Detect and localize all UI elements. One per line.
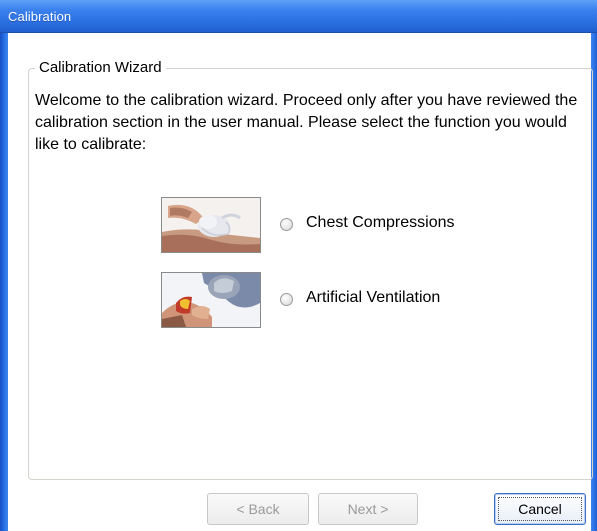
chest-compressions-label[interactable]: Chest Compressions (306, 214, 455, 232)
dialog-content: Calibration Wizard Welcome to the calibr… (8, 33, 593, 531)
next-button[interactable]: Next > (318, 493, 418, 525)
title-bar[interactable]: Calibration (0, 0, 597, 33)
option-artificial-ventilation[interactable]: Artificial Ventilation (161, 272, 491, 328)
artificial-ventilation-label[interactable]: Artificial Ventilation (306, 289, 440, 307)
artificial-ventilation-image (161, 272, 261, 328)
calibration-wizard-group: Calibration Wizard Welcome to the calibr… (28, 59, 593, 480)
artificial-ventilation-radio[interactable] (280, 293, 293, 306)
option-chest-compressions[interactable]: Chest Compressions (161, 197, 491, 253)
chest-compressions-image (161, 197, 261, 253)
calibration-window: Calibration Calibration Wizard Welcome t… (0, 0, 597, 531)
chest-compressions-radio[interactable] (280, 218, 293, 231)
window-frame-left (0, 0, 8, 531)
intro-text: Welcome to the calibration wizard. Proce… (35, 92, 578, 153)
group-title: Calibration Wizard (35, 59, 166, 76)
window-title: Calibration (8, 9, 72, 24)
cancel-button[interactable]: Cancel (494, 493, 586, 525)
cancel-button-label: Cancel (518, 501, 562, 517)
back-button[interactable]: < Back (207, 493, 309, 525)
